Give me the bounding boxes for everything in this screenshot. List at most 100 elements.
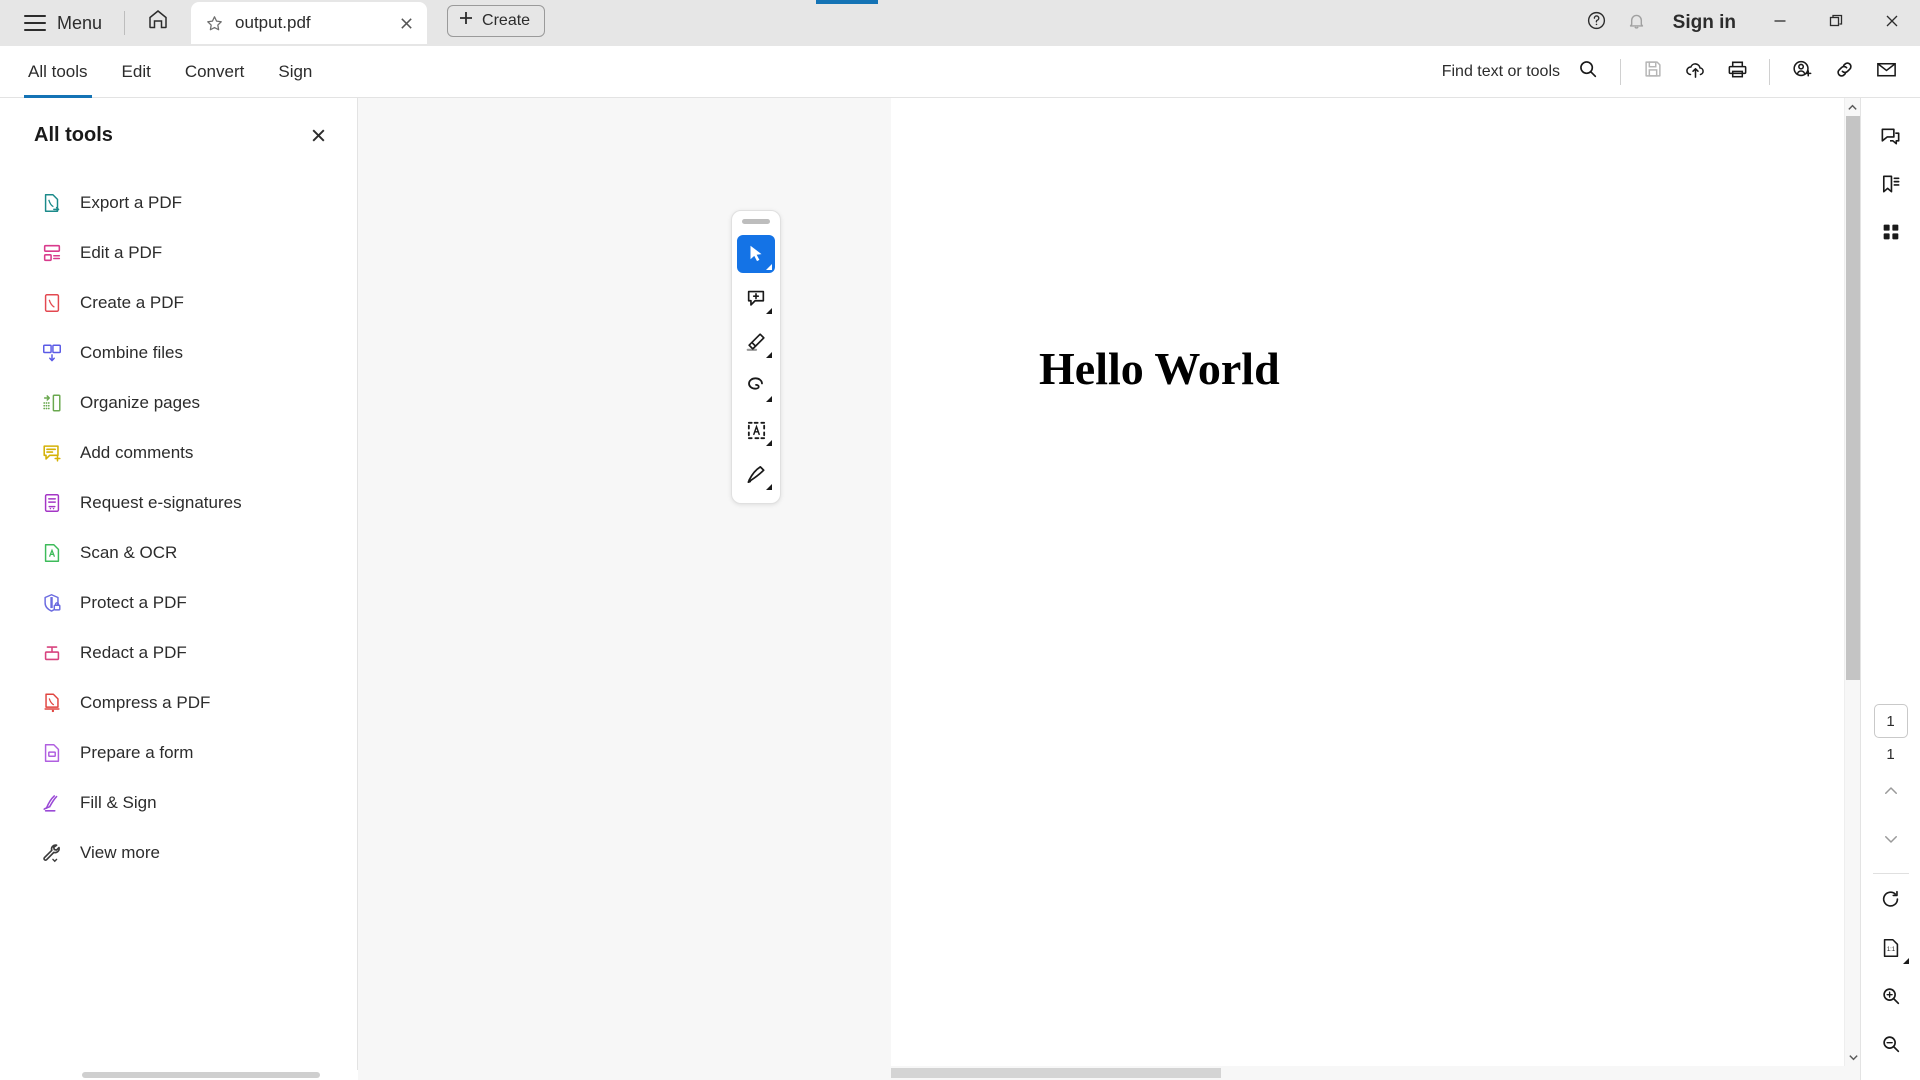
tool-item-redact-a-pdf[interactable]: Redact a PDF: [0, 628, 357, 678]
tab-convert[interactable]: Convert: [171, 46, 259, 98]
panel-title: All tools: [34, 123, 113, 146]
divider: [1769, 58, 1770, 85]
notifications-button[interactable]: [1617, 3, 1657, 43]
tool-item-scan-ocr[interactable]: Scan & OCR: [0, 528, 357, 578]
tab-close-icon[interactable]: [393, 10, 419, 36]
draw-tool-button[interactable]: [737, 367, 775, 405]
chevron-expand-icon: [766, 396, 772, 402]
chevron-expand-icon: [766, 308, 772, 314]
tool-item-view-more[interactable]: View more: [0, 828, 357, 878]
tool-item-edit-a-pdf[interactable]: Edit a PDF: [0, 228, 357, 278]
organize-pages-icon: [40, 391, 64, 415]
comment-tool-button[interactable]: [737, 279, 775, 317]
tool-item-export-a-pdf[interactable]: Export a PDF: [0, 178, 357, 228]
export-pdf-icon: [40, 191, 64, 215]
viewer-horizontal-scrollbar[interactable]: [891, 1066, 1844, 1080]
tool-label: Organize pages: [80, 393, 201, 412]
highlight-tool-button[interactable]: [737, 323, 775, 361]
previous-page-button[interactable]: [1869, 769, 1913, 813]
mail-icon: [1875, 58, 1898, 86]
copy-link-button[interactable]: [1824, 52, 1864, 92]
rotate-button[interactable]: [1869, 878, 1913, 922]
upload-button[interactable]: [1675, 52, 1715, 92]
left-panel-hscrollbar[interactable]: [0, 1070, 358, 1080]
tool-item-combine-files[interactable]: Combine files: [0, 328, 357, 378]
create-pdf-icon: [40, 291, 64, 315]
help-button[interactable]: [1577, 3, 1617, 43]
scrollbar-thumb[interactable]: [891, 1068, 1221, 1078]
create-label: Create: [482, 11, 531, 29]
tool-label: View more: [80, 843, 160, 862]
pdf-page: Hello World: [891, 98, 1860, 1066]
close-window-button[interactable]: [1864, 0, 1920, 46]
divider: [1872, 873, 1909, 874]
tool-item-compress-a-pdf[interactable]: Compress a PDF: [0, 678, 357, 728]
bookmark-panel-button[interactable]: [1869, 162, 1913, 206]
tool-label: Compress a PDF: [80, 693, 211, 712]
select-tool-button[interactable]: [737, 235, 775, 273]
zoom-in-button[interactable]: [1869, 974, 1913, 1018]
toolbar-drag-handle[interactable]: [742, 219, 770, 224]
tool-label: Edit a PDF: [80, 243, 163, 262]
tool-item-protect-a-pdf[interactable]: Protect a PDF: [0, 578, 357, 628]
divider: [124, 11, 126, 35]
create-button[interactable]: Create: [447, 4, 546, 37]
print-button[interactable]: [1717, 52, 1757, 92]
command-tabs: All tools Edit Convert Sign: [0, 46, 326, 98]
restore-icon: [1828, 13, 1844, 34]
scrollbar-thumb[interactable]: [1846, 116, 1860, 680]
tab-edit[interactable]: Edit: [108, 46, 165, 98]
help-circle-icon: [1586, 10, 1607, 36]
tool-item-prepare-a-form[interactable]: Prepare a form: [0, 728, 357, 778]
close-icon: [1884, 13, 1900, 34]
document-tab[interactable]: output.pdf: [191, 2, 428, 44]
tool-item-fill-sign[interactable]: Fill & Sign: [0, 778, 357, 828]
minimize-button[interactable]: [1752, 0, 1808, 46]
title-bar-left: Menu output.pdf Create: [0, 0, 546, 46]
tool-item-request-e-signatures[interactable]: Request e-signatures: [0, 478, 357, 528]
search-button[interactable]: [1568, 52, 1608, 92]
tool-item-add-comments[interactable]: Add comments: [0, 428, 357, 478]
tab-all-tools[interactable]: All tools: [14, 46, 102, 98]
save-button[interactable]: [1633, 52, 1673, 92]
minimize-icon: [1772, 13, 1788, 34]
tool-item-organize-pages[interactable]: Organize pages: [0, 378, 357, 428]
chevron-expand-icon: [766, 440, 772, 446]
tool-label: Scan & OCR: [80, 543, 178, 562]
tab-sign[interactable]: Sign: [264, 46, 326, 98]
tool-label: Add comments: [80, 443, 194, 462]
viewer-vertical-scrollbar[interactable]: [1844, 98, 1860, 1066]
request-esign-icon: [40, 491, 64, 515]
email-button[interactable]: [1866, 52, 1906, 92]
star-icon[interactable]: [205, 14, 225, 33]
page-number-input[interactable]: 1: [1873, 704, 1908, 738]
fit-page-button[interactable]: 1:1: [1869, 926, 1913, 970]
signature-tool-button[interactable]: [737, 455, 775, 493]
tool-item-create-a-pdf[interactable]: Create a PDF: [0, 278, 357, 328]
chevron-expand-icon: [1902, 958, 1909, 964]
tool-list: Export a PDF Edit a PDF Create a PDF Com…: [0, 162, 357, 878]
share-person-button[interactable]: [1782, 52, 1822, 92]
tool-label: Combine files: [80, 343, 183, 362]
zoom-out-button[interactable]: [1869, 1022, 1913, 1066]
text-box-tool-button[interactable]: [737, 411, 775, 449]
thumbnail-panel-button[interactable]: [1869, 210, 1913, 254]
document-viewer: Hello World 1 1 1:1: [358, 98, 1920, 1080]
fill-sign-icon: [40, 791, 64, 815]
tool-label: Export a PDF: [80, 193, 183, 212]
comment-panel-button[interactable]: [1869, 114, 1913, 158]
all-tools-panel: All tools Export a PDF Edit a PDF Create…: [0, 98, 358, 1080]
tool-label: Fill & Sign: [80, 793, 157, 812]
next-page-button[interactable]: [1869, 817, 1913, 861]
panel-close-icon[interactable]: [303, 120, 333, 150]
upload-cloud-icon: [1684, 58, 1707, 86]
find-label[interactable]: Find text or tools: [1442, 63, 1560, 81]
scroll-up-arrow[interactable]: [1845, 98, 1860, 116]
menu-button[interactable]: Menu: [14, 7, 112, 40]
divider: [1620, 58, 1621, 85]
scroll-down-arrow[interactable]: [1845, 1048, 1861, 1066]
compress-pdf-icon: [40, 691, 64, 715]
home-button[interactable]: [139, 2, 177, 40]
maximize-button[interactable]: [1808, 0, 1864, 46]
sign-in-button[interactable]: Sign in: [1657, 12, 1752, 34]
